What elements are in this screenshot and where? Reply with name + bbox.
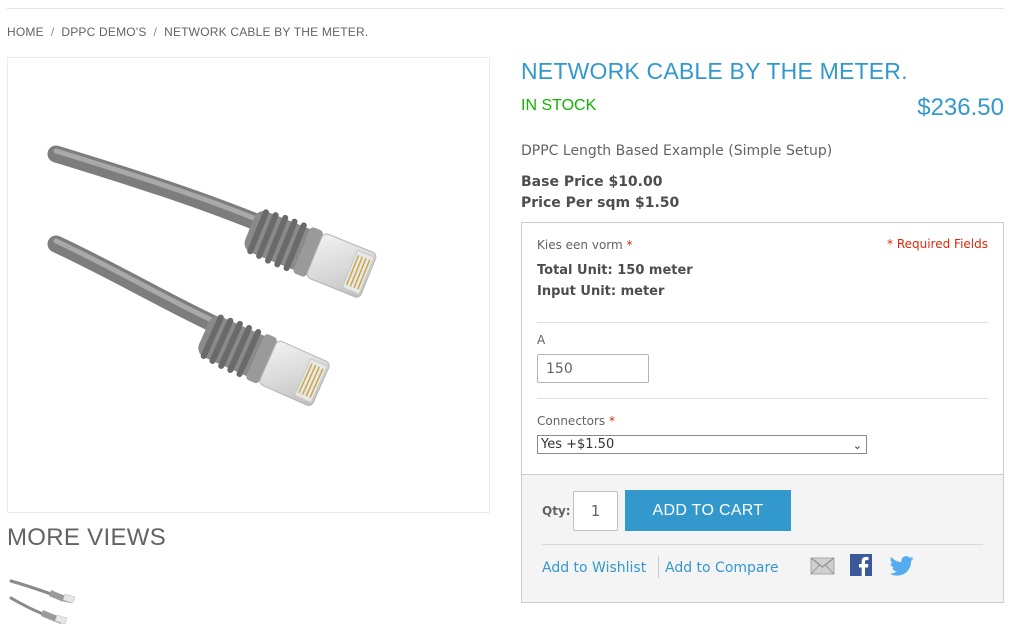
add-to-compare-link[interactable]: Add to Compare xyxy=(665,560,779,576)
short-description: DPPC Length Based Example (Simple Setup) xyxy=(521,143,833,159)
facebook-icon[interactable] xyxy=(850,554,872,576)
connectors-select[interactable]: Yes +$1.50 ⌄ xyxy=(537,435,867,454)
qty-label: Qty: xyxy=(542,504,571,518)
breadcrumb-home[interactable]: HOME xyxy=(7,25,44,39)
chevron-down-icon: ⌄ xyxy=(852,439,862,452)
connectors-label: Connectors * xyxy=(537,414,615,428)
shape-option-label: Kies een vorm * xyxy=(537,238,633,252)
breadcrumb: HOME / DPPC DEMO'S / NETWORK CABLE BY THE ME… xyxy=(7,25,368,39)
breadcrumb-separator: / xyxy=(153,25,158,39)
email-icon[interactable] xyxy=(810,557,835,575)
required-asterisk: * xyxy=(626,238,633,252)
price-per-sqm: Price Per sqm $1.50 xyxy=(521,195,680,211)
add-to-cart-box: Qty: ADD TO CART Add to Wishlist Add to … xyxy=(521,474,1004,603)
a-label: A xyxy=(537,333,546,347)
connectors-label-text: Connectors xyxy=(537,414,606,428)
connectors-selected-value: Yes +$1.50 xyxy=(541,437,615,452)
required-asterisk: * xyxy=(608,414,615,428)
twitter-icon[interactable] xyxy=(890,556,914,576)
link-separator xyxy=(658,556,659,578)
cart-divider xyxy=(542,544,983,545)
product-price: $236.50 xyxy=(917,94,1004,121)
network-cable-thumbnail xyxy=(9,579,76,625)
product-title: NETWORK CABLE BY THE METER. xyxy=(521,58,908,84)
input-unit: Input Unit: meter xyxy=(537,284,665,299)
shape-label-text: Kies een vorm xyxy=(537,238,623,252)
product-options: Kies een vorm * * Required Fields Total … xyxy=(521,222,1004,475)
base-price: Base Price $10.00 xyxy=(521,174,663,190)
stock-status: IN STOCK xyxy=(521,97,597,114)
add-to-wishlist-link[interactable]: Add to Wishlist xyxy=(542,560,646,576)
add-to-cart-button[interactable]: ADD TO CART xyxy=(625,490,791,531)
thumbnail-image[interactable] xyxy=(7,572,81,630)
total-unit: Total Unit: 150 meter xyxy=(537,263,693,278)
options-divider xyxy=(537,322,988,323)
network-cable-image xyxy=(47,145,377,406)
length-a-input[interactable] xyxy=(537,354,649,383)
product-main-image[interactable] xyxy=(7,57,490,513)
breadcrumb-current: NETWORK CABLE BY THE METER. xyxy=(164,25,369,39)
required-fields-note: * Required Fields xyxy=(887,237,988,251)
breadcrumb-category[interactable]: DPPC DEMO'S xyxy=(61,25,146,39)
qty-input[interactable] xyxy=(573,491,618,531)
breadcrumb-separator: / xyxy=(50,25,55,39)
top-divider xyxy=(7,8,1004,9)
options-divider xyxy=(537,398,988,399)
more-views-heading: MORE VIEWS xyxy=(7,524,167,551)
